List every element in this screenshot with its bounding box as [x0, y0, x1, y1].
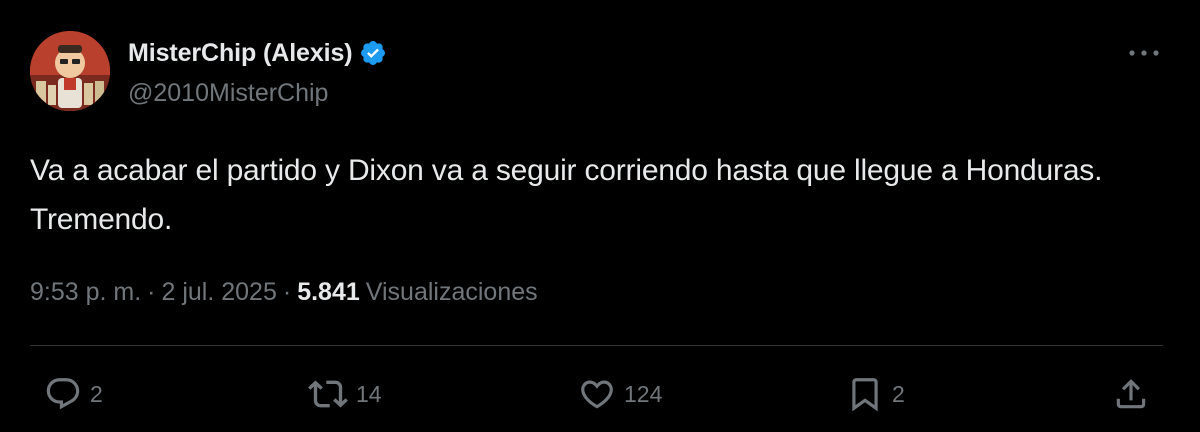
meta-separator: ·: [147, 278, 156, 306]
tweet-card: MisterChip (Alexis) @2010MisterChip Va a…: [0, 0, 1200, 432]
like-button[interactable]: 124: [578, 370, 662, 418]
more-options-button[interactable]: [1126, 38, 1162, 68]
views-count: 5.841: [297, 278, 360, 306]
share-button[interactable]: [1112, 370, 1150, 418]
reply-icon: [46, 378, 80, 410]
author-name-row: MisterChip (Alexis): [128, 38, 387, 68]
reply-button[interactable]: 2: [44, 370, 103, 418]
author-display-name[interactable]: MisterChip (Alexis): [128, 38, 353, 68]
tweet-text: Va a acabar el partido y Dixon va a segu…: [30, 154, 1103, 236]
bookmark-count: 2: [892, 380, 905, 407]
avatar-image: [30, 31, 110, 111]
avatar[interactable]: [30, 31, 110, 111]
tweet-date[interactable]: 2 jul. 2025: [162, 274, 277, 310]
tweet-time[interactable]: 9:53 p. m.: [30, 274, 141, 310]
retweet-button[interactable]: 14: [308, 370, 382, 418]
retweet-count: 14: [356, 380, 382, 407]
reply-count: 2: [90, 380, 103, 407]
bookmark-icon: [852, 378, 878, 412]
bookmark-button[interactable]: 2: [846, 370, 905, 418]
author-handle[interactable]: @2010MisterChip: [128, 78, 328, 108]
retweet-icon: [308, 380, 348, 408]
more-horizontal-icon: [1129, 50, 1159, 56]
verified-badge-icon[interactable]: [359, 39, 387, 67]
action-bar: 2 14 124 2: [0, 370, 1200, 418]
heart-icon: [581, 380, 613, 409]
share-icon: [1116, 379, 1146, 409]
like-count: 124: [624, 380, 663, 407]
divider: [30, 345, 1163, 346]
tweet-meta: 9:53 p. m. · 2 jul. 2025 · 5.841 Visuali…: [30, 274, 538, 310]
views-label: Visualizaciones: [365, 278, 538, 306]
meta-separator: ·: [282, 278, 292, 306]
